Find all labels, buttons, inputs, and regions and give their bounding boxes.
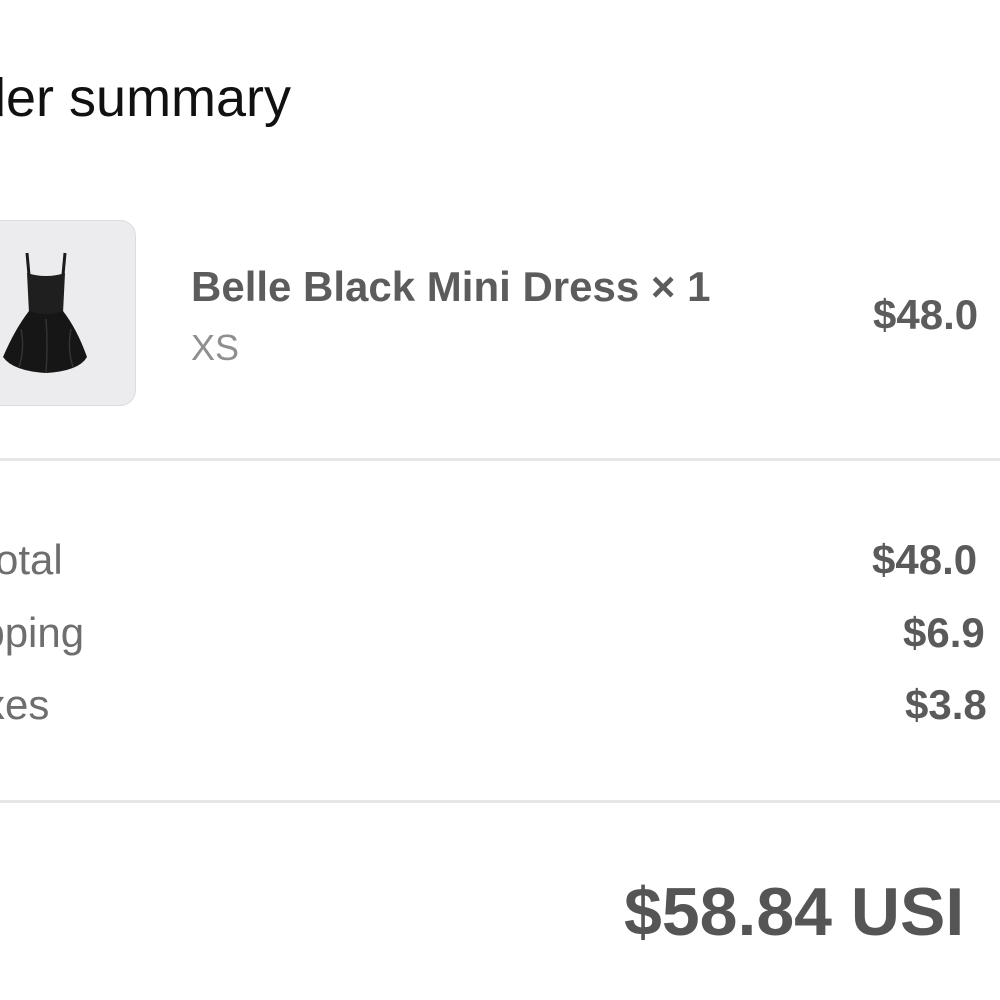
shipping-label: ipping bbox=[0, 609, 85, 656]
total-value: $58.84 USI bbox=[624, 874, 965, 950]
taxes-label: xes bbox=[0, 681, 50, 728]
product-price: $48.0 bbox=[873, 291, 979, 338]
subtotal-label: btotal bbox=[0, 536, 63, 583]
divider bbox=[0, 800, 1000, 803]
subtotal-value: $48.0 bbox=[872, 536, 978, 583]
taxes-value: $3.8 bbox=[905, 681, 987, 728]
order-summary-heading: rder summary bbox=[0, 68, 292, 128]
divider bbox=[0, 458, 1000, 461]
product-title: Belle Black Mini Dress × 1 bbox=[191, 263, 711, 310]
product-thumbnail[interactable] bbox=[0, 220, 136, 406]
shipping-value: $6.9 bbox=[903, 609, 985, 656]
dress-image-icon bbox=[3, 252, 87, 374]
order-summary-panel: rder summary Belle Black Mini Dress × 1 … bbox=[0, 0, 1000, 1000]
product-variant: XS bbox=[191, 327, 240, 368]
